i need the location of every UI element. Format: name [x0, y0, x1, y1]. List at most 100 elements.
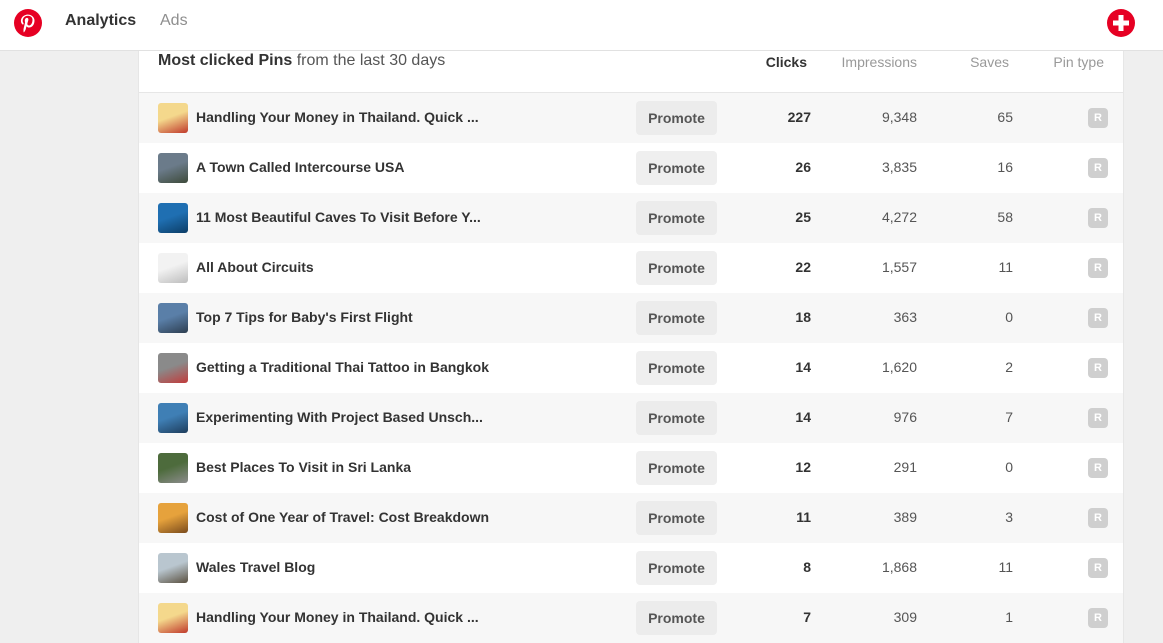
pin-type-badge: R	[1088, 208, 1108, 228]
table-row[interactable]: Wales Travel Blog Promote 8 1,868 11 R	[139, 543, 1123, 593]
promote-button[interactable]: Promote	[636, 351, 717, 385]
promote-button[interactable]: Promote	[636, 601, 717, 635]
promote-button[interactable]: Promote	[636, 401, 717, 435]
pin-type-badge: R	[1088, 358, 1108, 378]
top-pins-panel: Most clicked Pins from the last 30 days …	[138, 51, 1124, 643]
clicks-value: 11	[796, 509, 811, 525]
column-pin-type[interactable]: Pin type	[1053, 54, 1104, 70]
clicks-value: 227	[787, 109, 811, 125]
impressions-value: 309	[893, 609, 917, 625]
pin-type-badge: R	[1088, 258, 1108, 278]
pin-title[interactable]: Best Places To Visit in Sri Lanka	[196, 459, 411, 475]
pin-thumbnail[interactable]	[158, 603, 188, 633]
impressions-value: 4,272	[881, 209, 917, 225]
saves-value: 0	[1005, 459, 1013, 475]
column-impressions[interactable]: Impressions	[842, 54, 917, 70]
pin-thumbnail[interactable]	[158, 553, 188, 583]
pin-title[interactable]: A Town Called Intercourse USA	[196, 159, 404, 175]
impressions-value: 976	[893, 409, 917, 425]
clicks-value: 22	[795, 259, 811, 275]
table-row[interactable]: Top 7 Tips for Baby's First Flight Promo…	[139, 293, 1123, 343]
pin-type-badge: R	[1088, 458, 1108, 478]
column-saves[interactable]: Saves	[970, 54, 1009, 70]
pin-type-badge: R	[1088, 158, 1108, 178]
pin-title[interactable]: Handling Your Money in Thailand. Quick .…	[196, 609, 479, 625]
pin-title[interactable]: Top 7 Tips for Baby's First Flight	[196, 309, 413, 325]
pin-type-badge: R	[1088, 108, 1108, 128]
pin-title[interactable]: Handling Your Money in Thailand. Quick .…	[196, 109, 479, 125]
table-row[interactable]: Handling Your Money in Thailand. Quick .…	[139, 593, 1123, 643]
saves-value: 3	[1005, 509, 1013, 525]
panel-header: Most clicked Pins from the last 30 days …	[139, 51, 1123, 93]
promote-button[interactable]: Promote	[636, 451, 717, 485]
pin-thumbnail[interactable]	[158, 353, 188, 383]
section-title: Most clicked Pins from the last 30 days	[158, 52, 445, 70]
pin-title[interactable]: 11 Most Beautiful Caves To Visit Before …	[196, 209, 481, 225]
promote-button[interactable]: Promote	[636, 301, 717, 335]
saves-value: 11	[998, 559, 1013, 575]
create-plus-icon[interactable]	[1106, 8, 1136, 38]
promote-button[interactable]: Promote	[636, 151, 717, 185]
pin-thumbnail[interactable]	[158, 153, 188, 183]
pin-type-badge: R	[1088, 608, 1108, 628]
column-clicks[interactable]: Clicks	[766, 54, 807, 70]
impressions-value: 1,868	[881, 559, 917, 575]
pin-thumbnail[interactable]	[158, 253, 188, 283]
table-row[interactable]: Experimenting With Project Based Unsch..…	[139, 393, 1123, 443]
pin-type-badge: R	[1088, 408, 1108, 428]
clicks-value: 18	[795, 309, 811, 325]
promote-button[interactable]: Promote	[636, 551, 717, 585]
impressions-value: 363	[893, 309, 917, 325]
pinterest-logo-icon[interactable]	[13, 8, 43, 38]
clicks-value: 25	[795, 209, 811, 225]
clicks-value: 14	[795, 409, 811, 425]
promote-button[interactable]: Promote	[636, 501, 717, 535]
pin-title[interactable]: All About Circuits	[196, 259, 314, 275]
nav-ads[interactable]: Ads	[160, 12, 188, 30]
section-title-strong: Most clicked Pins	[158, 52, 293, 69]
saves-value: 65	[997, 109, 1013, 125]
clicks-value: 26	[795, 159, 811, 175]
impressions-value: 3,835	[881, 159, 917, 175]
clicks-value: 14	[795, 359, 811, 375]
saves-value: 11	[998, 259, 1013, 275]
table-row[interactable]: 11 Most Beautiful Caves To Visit Before …	[139, 193, 1123, 243]
promote-button[interactable]: Promote	[636, 101, 717, 135]
clicks-value: 12	[795, 459, 811, 475]
pin-thumbnail[interactable]	[158, 403, 188, 433]
clicks-value: 7	[803, 609, 811, 625]
pin-type-badge: R	[1088, 308, 1108, 328]
impressions-value: 291	[893, 459, 917, 475]
pins-table: Handling Your Money in Thailand. Quick .…	[139, 93, 1123, 643]
table-row[interactable]: Handling Your Money in Thailand. Quick .…	[139, 93, 1123, 143]
pin-title[interactable]: Wales Travel Blog	[196, 559, 315, 575]
pin-thumbnail[interactable]	[158, 203, 188, 233]
table-row[interactable]: Getting a Traditional Thai Tattoo in Ban…	[139, 343, 1123, 393]
table-row[interactable]: Best Places To Visit in Sri Lanka Promot…	[139, 443, 1123, 493]
pin-thumbnail[interactable]	[158, 453, 188, 483]
saves-value: 0	[1005, 309, 1013, 325]
nav-analytics[interactable]: Analytics	[65, 12, 136, 30]
pin-type-badge: R	[1088, 508, 1108, 528]
table-row[interactable]: All About Circuits Promote 22 1,557 11 R	[139, 243, 1123, 293]
saves-value: 16	[997, 159, 1013, 175]
top-nav: Analytics Ads	[0, 0, 1163, 51]
clicks-value: 8	[803, 559, 811, 575]
section-title-rest: from the last 30 days	[292, 52, 446, 69]
promote-button[interactable]: Promote	[636, 201, 717, 235]
impressions-value: 1,620	[881, 359, 917, 375]
pin-title[interactable]: Experimenting With Project Based Unsch..…	[196, 409, 483, 425]
pin-thumbnail[interactable]	[158, 503, 188, 533]
impressions-value: 9,348	[881, 109, 917, 125]
pin-thumbnail[interactable]	[158, 103, 188, 133]
pin-title[interactable]: Cost of One Year of Travel: Cost Breakdo…	[196, 509, 489, 525]
promote-button[interactable]: Promote	[636, 251, 717, 285]
saves-value: 2	[1005, 359, 1013, 375]
table-row[interactable]: Cost of One Year of Travel: Cost Breakdo…	[139, 493, 1123, 543]
pin-thumbnail[interactable]	[158, 303, 188, 333]
saves-value: 1	[1005, 609, 1013, 625]
pin-title[interactable]: Getting a Traditional Thai Tattoo in Ban…	[196, 359, 489, 375]
saves-value: 7	[1005, 409, 1013, 425]
table-row[interactable]: A Town Called Intercourse USA Promote 26…	[139, 143, 1123, 193]
impressions-value: 1,557	[881, 259, 917, 275]
